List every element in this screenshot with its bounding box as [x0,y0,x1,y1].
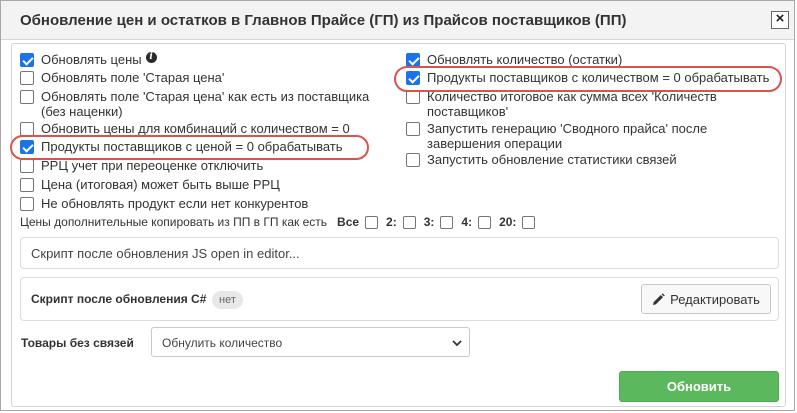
option-generate-summary[interactable]: Запустить генерацию 'Сводного прайса' по… [406,121,707,151]
option-label: Обновлять поле 'Старая цена' как есть из… [41,89,369,119]
copy-option-2[interactable]: 2: [386,215,416,229]
checkbox[interactable] [406,53,420,67]
option-rrp-disable[interactable]: РРЦ учет при переоценке отключить [20,158,263,173]
option-label: РРЦ учет при переоценке отключить [41,158,264,173]
copy-option-label: 3: [423,215,435,229]
option-label: Количество итоговое как сумма всех 'Коли… [427,89,717,119]
copy-option-20[interactable]: 20: [499,215,536,229]
checkbox[interactable] [478,215,492,229]
no-links-label: Товары без связей [21,336,134,350]
option-label: Обновлять цены [41,52,142,67]
chevron-down-icon [452,340,462,347]
option-label: Продукты поставщиков с ценой = 0 обрабат… [41,139,343,154]
script-cs-label: Скрипт после обновления C# [31,292,207,306]
option-update-prices[interactable]: Обновлять цены i [20,52,157,67]
option-label: Запустить обновление статистики связей [427,152,677,167]
option-label-line2: (без наценки) [41,104,123,119]
info-icon[interactable]: i [145,52,157,63]
option-update-combinations[interactable]: Обновить цены для комбинаций с количеств… [20,121,350,136]
dialog-title: Обновление цен и остатков в Главнов Прай… [20,12,627,29]
option-label: Обновлять количество (остатки) [427,52,623,67]
checkbox[interactable] [20,122,34,136]
checkbox[interactable] [20,159,34,173]
copy-option-4[interactable]: 4: [461,215,492,229]
pencil-icon [653,292,665,305]
option-price-above-rrp[interactable]: Цена (итоговая) может быть выше РРЦ [20,177,280,192]
checkbox[interactable] [406,71,420,85]
copy-option-label: 4: [461,215,473,229]
copy-option-label: Все [337,215,360,229]
option-label: Обновить цены для комбинаций с количеств… [41,121,350,136]
checkbox[interactable] [20,53,34,67]
edit-button[interactable]: Редактировать [641,284,771,314]
copy-prices-row: Цены дополнительные копировать из ПП в Г… [20,215,536,229]
copy-prices-label: Цены дополнительные копировать из ПП в Г… [20,215,328,229]
checkbox[interactable] [440,215,454,229]
option-label: Обновлять поле 'Старая цена' [41,70,225,85]
option-zero-quantity-products[interactable]: Продукты поставщиков с количеством = 0 о… [406,70,769,85]
checkbox[interactable] [522,215,536,229]
checkbox[interactable] [20,90,34,104]
option-label-line2: поставщиков' [427,104,509,119]
edit-button-label: Редактировать [670,291,760,307]
option-no-competitors[interactable]: Не обновлять продукт если нет конкуренто… [20,196,308,211]
dialog-titlebar: Обновление цен и остатков в Главнов Прай… [1,1,794,40]
select-value: Обнулить количество [162,336,283,350]
checkbox[interactable] [365,215,379,229]
option-label-line1: Запустить генерацию 'Сводного прайса' по… [427,121,708,136]
copy-option-3[interactable]: 3: [424,215,454,229]
checkbox[interactable] [20,71,34,85]
update-button[interactable]: Обновить [619,371,779,402]
script-js-editor[interactable]: Скрипт после обновления JS open in edito… [20,237,779,269]
no-links-select[interactable]: Обнулить количество [151,327,470,357]
option-quantity-sum[interactable]: Количество итоговое как сумма всех 'Коли… [406,89,717,119]
option-label: Не обновлять продукт если нет конкуренто… [41,196,309,211]
checkbox[interactable] [20,197,34,211]
status-badge: нет [212,291,243,309]
checkbox[interactable] [20,140,34,154]
copy-option-all[interactable]: Все [337,215,379,229]
copy-option-label: 20: [499,215,517,229]
checkbox[interactable] [20,178,34,192]
checkbox[interactable] [406,153,420,167]
checkbox[interactable] [402,215,416,229]
close-button[interactable]: × [771,11,789,29]
option-label-line2: завершения операции [427,136,563,151]
checkbox[interactable] [406,122,420,136]
copy-option-label: 2: [386,215,397,229]
option-label: Цена (итоговая) может быть выше РРЦ [41,177,280,192]
checkbox[interactable] [406,90,420,104]
option-update-old-price-raw[interactable]: Обновлять поле 'Старая цена' как есть из… [20,89,369,119]
option-update-old-price[interactable]: Обновлять поле 'Старая цена' [20,70,224,85]
option-zero-price-products[interactable]: Продукты поставщиков с ценой = 0 обрабат… [20,139,343,154]
option-update-link-stats[interactable]: Запустить обновление статистики связей [406,152,677,167]
script-cs-panel: Скрипт после обновления C# нет Редактиро… [20,277,779,321]
update-dialog: Обновление цен и остатков в Главнов Прай… [0,0,795,411]
option-label-line1: Обновлять поле 'Старая цена' как есть из… [41,89,370,104]
option-label-line1: Количество итоговое как сумма всех 'Коли… [427,89,717,104]
option-label: Запустить генерацию 'Сводного прайса' по… [427,121,707,151]
option-update-quantity[interactable]: Обновлять количество (остатки) [406,52,622,67]
option-label: Продукты поставщиков с количеством = 0 о… [427,70,770,85]
